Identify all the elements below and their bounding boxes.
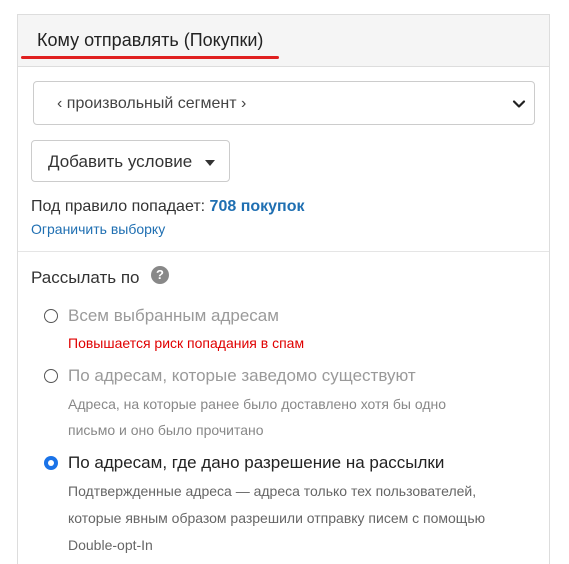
title-underline [21,56,279,59]
segment-select-value: ‹ произвольный сегмент › [57,95,247,112]
rule-summary: Под правило попадает: 708 покупок [31,198,304,216]
divider [18,251,549,252]
rule-count: 708 покупок [209,198,305,215]
send-by-label: Рассылать по [31,268,140,287]
panel-header: Кому отправлять (Покупки) [18,15,549,67]
option-permitted-addresses-label[interactable]: По адресам, где дано разрешение на рассы… [68,453,444,473]
add-condition-button[interactable]: Добавить условие [31,140,230,182]
segment-select[interactable]: ‹ произвольный сегмент › [33,81,535,125]
option-all-addresses-label[interactable]: Всем выбранным адресам [68,306,279,326]
panel-title: Кому отправлять (Покупки) [37,30,264,50]
recipients-panel: Кому отправлять (Покупки) ‹ произвольный… [17,14,550,564]
chevron-down-icon [512,100,526,108]
radio-existing-addresses[interactable] [44,369,58,383]
radio-all-addresses[interactable] [44,309,58,323]
option-permitted-addresses-note-1: Подтвержденные адреса — адреса только те… [68,483,477,499]
add-condition-label: Добавить условие [48,152,193,171]
option-existing-addresses-label[interactable]: По адресам, которые заведомо существуют [68,366,416,386]
option-existing-addresses-note-2: письмо и оно было прочитано [68,422,264,438]
option-existing-addresses-note-1: Адреса, на которые ранее было доставлено… [68,396,447,412]
option-all-addresses-warning: Повышается риск попадания в спам [68,335,305,351]
caret-down-icon [205,160,215,166]
limit-selection-link[interactable]: Ограничить выборку [31,221,165,237]
radio-permitted-addresses[interactable] [44,456,58,470]
rule-prefix: Под правило попадает: [31,198,206,215]
option-permitted-addresses-note-3: Double-opt-In [68,537,153,553]
help-icon[interactable]: ? [151,266,169,284]
option-permitted-addresses-note-2: которые явным образом разрешили отправку… [68,510,486,526]
